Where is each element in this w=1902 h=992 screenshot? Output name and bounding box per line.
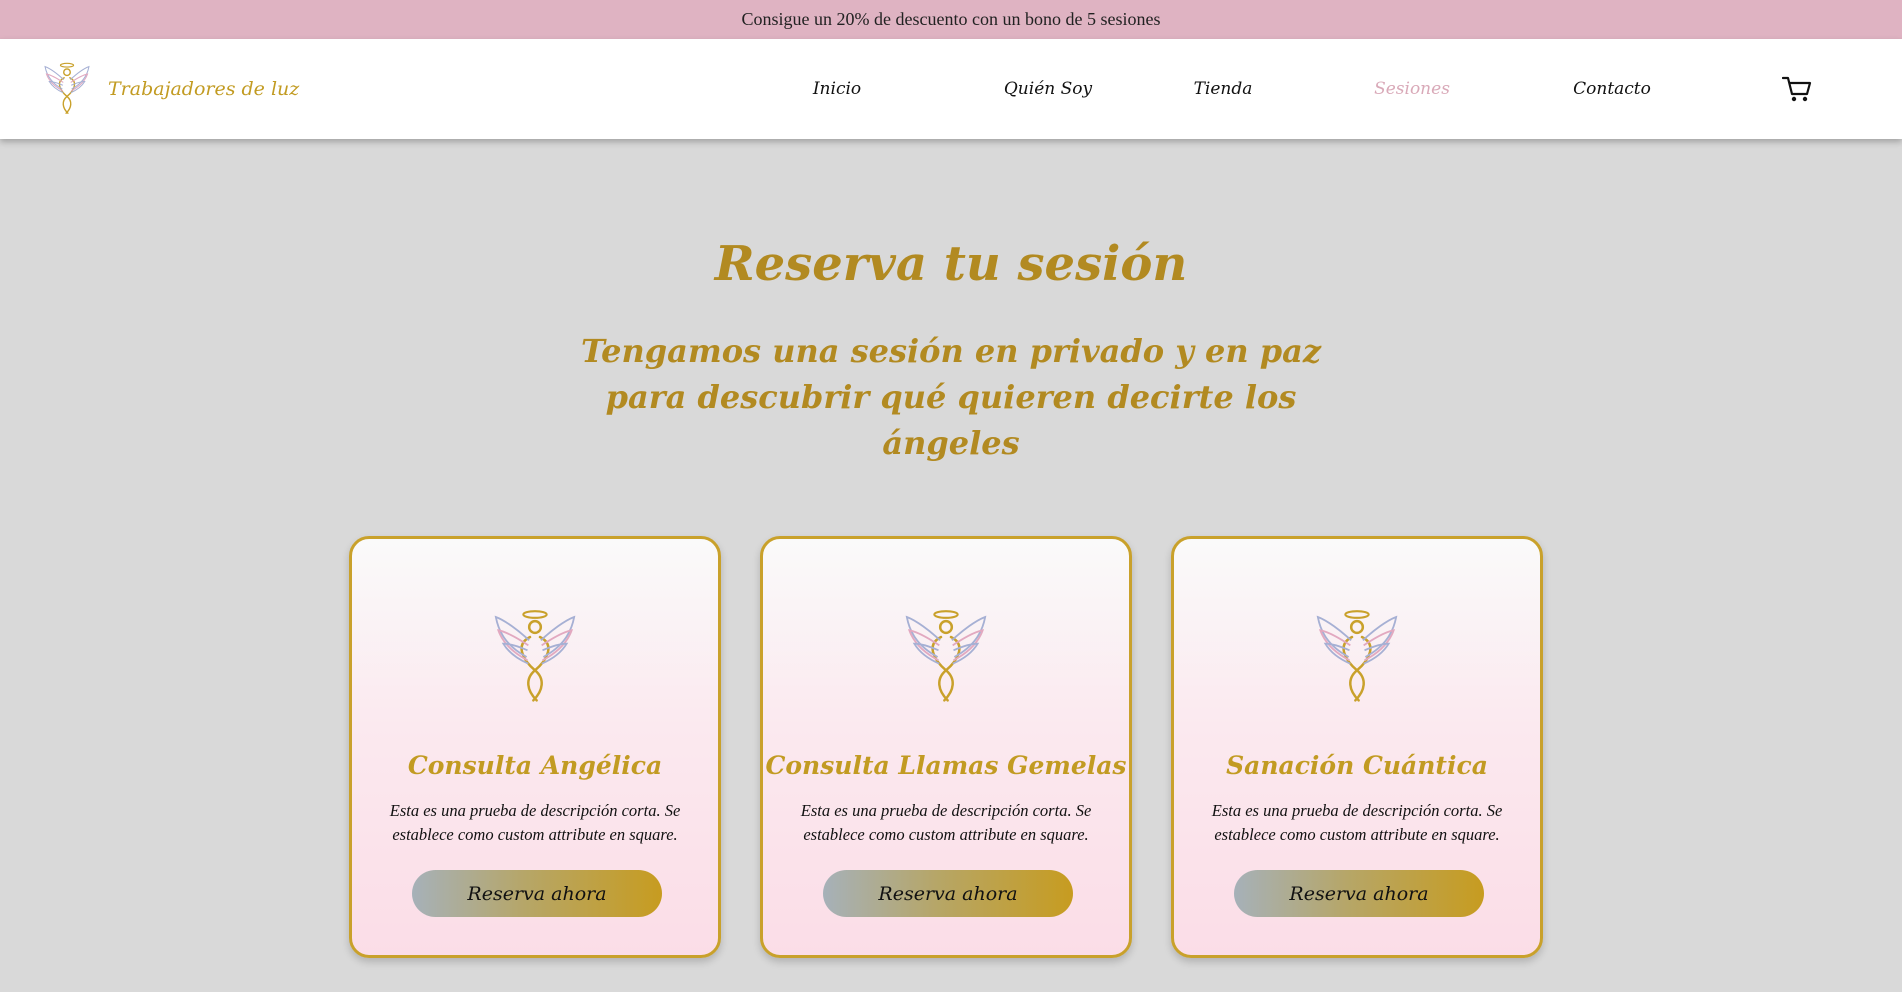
nav-item-label: Tienda <box>1193 79 1253 99</box>
nav-item-quien-soy[interactable]: Quién Soy <box>978 39 1118 139</box>
card-title: Sanación Cuántica <box>1226 751 1488 780</box>
nav-item-sesiones[interactable]: Sesiones <box>1352 39 1472 139</box>
nav-item-inicio[interactable]: Inicio <box>787 39 887 139</box>
session-card-consulta-angelica: Consulta Angélica Esta es una prueba de … <box>349 536 721 958</box>
card-title: Consulta Llamas Gemelas <box>765 751 1127 780</box>
session-card-llamas-gemelas: Consulta Llamas Gemelas Esta es una prue… <box>760 536 1132 958</box>
nav-item-tienda[interactable]: Tienda <box>1173 39 1273 139</box>
card-description: Esta es una prueba de descripción corta.… <box>389 801 681 844</box>
angel-wings-logo-icon <box>904 607 988 707</box>
nav-item-label: Sesiones <box>1374 79 1450 99</box>
session-card-sanacion-cuantica: Sanación Cuántica Esta es una prueba de … <box>1171 536 1543 958</box>
angel-wings-logo-icon <box>42 61 92 117</box>
card-description: Esta es una prueba de descripción corta.… <box>800 801 1092 844</box>
card-description: Esta es una prueba de descripción corta.… <box>1211 801 1503 844</box>
promo-text: Consigue un 20% de descuento con un bono… <box>741 9 1161 29</box>
book-now-button[interactable]: Reserva ahora <box>823 870 1073 917</box>
angel-wings-logo-icon <box>493 607 577 707</box>
cart-button[interactable] <box>1782 75 1812 103</box>
site-header: Trabajadores de luz Inicio Quién Soy Tie… <box>0 39 1902 139</box>
promo-banner: Consigue un 20% de descuento con un bono… <box>0 0 1902 39</box>
page-title: Reserva tu sesión <box>714 236 1188 292</box>
page-subtitle: Tengamos una sesión en privado y en paz … <box>580 332 1322 462</box>
brand-name: Trabajadores de luz <box>108 78 300 100</box>
angel-wings-logo-icon <box>1315 607 1399 707</box>
nav-item-contacto[interactable]: Contacto <box>1547 39 1677 139</box>
nav-item-label: Quién Soy <box>1003 79 1093 99</box>
brand-link[interactable]: Trabajadores de luz <box>42 61 299 117</box>
nav-item-label: Inicio <box>812 79 862 99</box>
book-now-button[interactable]: Reserva ahora <box>412 870 662 917</box>
card-title: Consulta Angélica <box>407 751 663 780</box>
book-now-button[interactable]: Reserva ahora <box>1234 870 1484 917</box>
shopping-cart-icon <box>1782 76 1812 102</box>
nav-item-label: Contacto <box>1573 79 1651 99</box>
